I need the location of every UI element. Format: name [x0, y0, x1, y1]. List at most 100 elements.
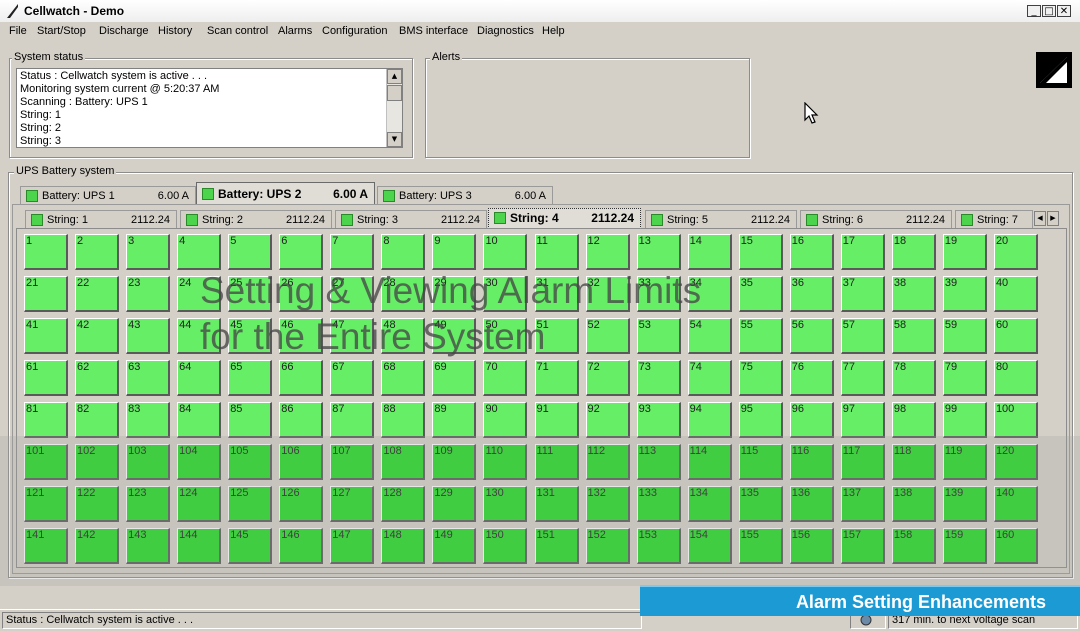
- close-button[interactable]: ✕: [1057, 5, 1071, 17]
- cell-91[interactable]: 91: [534, 402, 579, 438]
- cell-145[interactable]: 145: [228, 528, 273, 564]
- cell-87[interactable]: 87: [330, 402, 375, 438]
- cell-57[interactable]: 57: [840, 318, 885, 354]
- cell-7[interactable]: 7: [330, 234, 375, 270]
- cell-111[interactable]: 111: [534, 444, 579, 480]
- cell-119[interactable]: 119: [942, 444, 987, 480]
- cell-160[interactable]: 160: [993, 528, 1038, 564]
- menu-configuration[interactable]: Configuration: [322, 25, 387, 37]
- cell-155[interactable]: 155: [738, 528, 783, 564]
- tab-string-7[interactable]: String: 7: [955, 210, 1033, 229]
- cell-156[interactable]: 156: [789, 528, 834, 564]
- cell-53[interactable]: 53: [636, 318, 681, 354]
- cell-67[interactable]: 67: [330, 360, 375, 396]
- cell-18[interactable]: 18: [891, 234, 936, 270]
- cell-68[interactable]: 68: [381, 360, 426, 396]
- cell-16[interactable]: 16: [789, 234, 834, 270]
- cell-72[interactable]: 72: [585, 360, 630, 396]
- cell-88[interactable]: 88: [381, 402, 426, 438]
- cell-105[interactable]: 105: [228, 444, 273, 480]
- cell-153[interactable]: 153: [636, 528, 681, 564]
- cell-128[interactable]: 128: [381, 486, 426, 522]
- cell-11[interactable]: 11: [534, 234, 579, 270]
- tab-battery-ups-2[interactable]: Battery: UPS 2 6.00 A: [196, 182, 375, 205]
- cell-13[interactable]: 13: [636, 234, 681, 270]
- cell-89[interactable]: 89: [432, 402, 477, 438]
- cell-15[interactable]: 15: [738, 234, 783, 270]
- cell-137[interactable]: 137: [840, 486, 885, 522]
- cell-113[interactable]: 113: [636, 444, 681, 480]
- cell-61[interactable]: 61: [24, 360, 68, 396]
- minimize-button[interactable]: _: [1027, 5, 1041, 17]
- status-scrollbar[interactable]: ▲ ▼: [386, 69, 402, 147]
- cell-40[interactable]: 40: [993, 276, 1038, 312]
- cell-146[interactable]: 146: [279, 528, 324, 564]
- tab-scroll-left-icon[interactable]: ◀: [1034, 211, 1046, 226]
- cell-20[interactable]: 20: [993, 234, 1038, 270]
- cell-152[interactable]: 152: [585, 528, 630, 564]
- cell-76[interactable]: 76: [789, 360, 834, 396]
- cell-147[interactable]: 147: [330, 528, 375, 564]
- cell-117[interactable]: 117: [840, 444, 885, 480]
- cell-129[interactable]: 129: [432, 486, 477, 522]
- cell-94[interactable]: 94: [687, 402, 732, 438]
- cell-109[interactable]: 109: [432, 444, 477, 480]
- cell-85[interactable]: 85: [228, 402, 273, 438]
- cell-9[interactable]: 9: [432, 234, 477, 270]
- scroll-thumb[interactable]: [387, 85, 402, 101]
- menu-bms-interface[interactable]: BMS interface: [399, 25, 468, 37]
- cell-86[interactable]: 86: [279, 402, 324, 438]
- menu-file[interactable]: File: [9, 25, 27, 37]
- cell-79[interactable]: 79: [942, 360, 987, 396]
- menu-history[interactable]: History: [158, 25, 192, 37]
- cell-5[interactable]: 5: [228, 234, 273, 270]
- cell-157[interactable]: 157: [840, 528, 885, 564]
- scroll-down-icon[interactable]: ▼: [387, 132, 402, 147]
- tab-string-6[interactable]: String: 6 2112.24: [800, 210, 952, 229]
- cell-70[interactable]: 70: [483, 360, 528, 396]
- cell-125[interactable]: 125: [228, 486, 273, 522]
- cell-140[interactable]: 140: [993, 486, 1038, 522]
- cell-60[interactable]: 60: [993, 318, 1038, 354]
- cell-6[interactable]: 6: [279, 234, 324, 270]
- cell-81[interactable]: 81: [24, 402, 68, 438]
- cell-69[interactable]: 69: [432, 360, 477, 396]
- menu-discharge[interactable]: Discharge: [99, 25, 149, 37]
- cell-64[interactable]: 64: [177, 360, 222, 396]
- cell-148[interactable]: 148: [381, 528, 426, 564]
- cell-35[interactable]: 35: [738, 276, 783, 312]
- cell-43[interactable]: 43: [126, 318, 171, 354]
- cell-73[interactable]: 73: [636, 360, 681, 396]
- cell-139[interactable]: 139: [942, 486, 987, 522]
- cell-58[interactable]: 58: [891, 318, 936, 354]
- cell-71[interactable]: 71: [534, 360, 579, 396]
- cell-118[interactable]: 118: [891, 444, 936, 480]
- cell-3[interactable]: 3: [126, 234, 171, 270]
- tab-string-1[interactable]: String: 1 2112.24: [25, 210, 177, 229]
- cell-84[interactable]: 84: [177, 402, 222, 438]
- cell-10[interactable]: 10: [483, 234, 528, 270]
- menu-start-stop[interactable]: Start/Stop: [37, 25, 86, 37]
- scroll-up-icon[interactable]: ▲: [387, 69, 402, 84]
- cell-100[interactable]: 100: [993, 402, 1038, 438]
- cell-82[interactable]: 82: [75, 402, 120, 438]
- cell-151[interactable]: 151: [534, 528, 579, 564]
- tab-battery-ups-3[interactable]: Battery: UPS 3 6.00 A: [377, 186, 553, 205]
- cell-126[interactable]: 126: [279, 486, 324, 522]
- cell-96[interactable]: 96: [789, 402, 834, 438]
- cell-93[interactable]: 93: [636, 402, 681, 438]
- cell-65[interactable]: 65: [228, 360, 273, 396]
- cell-144[interactable]: 144: [177, 528, 222, 564]
- cell-107[interactable]: 107: [330, 444, 375, 480]
- cell-130[interactable]: 130: [483, 486, 528, 522]
- cell-110[interactable]: 110: [483, 444, 528, 480]
- cell-149[interactable]: 149: [432, 528, 477, 564]
- tab-string-4[interactable]: String: 4 2112.24: [488, 208, 641, 229]
- cell-78[interactable]: 78: [891, 360, 936, 396]
- cell-116[interactable]: 116: [789, 444, 834, 480]
- cell-80[interactable]: 80: [993, 360, 1038, 396]
- cell-77[interactable]: 77: [840, 360, 885, 396]
- cell-98[interactable]: 98: [891, 402, 936, 438]
- cell-66[interactable]: 66: [279, 360, 324, 396]
- cell-12[interactable]: 12: [585, 234, 630, 270]
